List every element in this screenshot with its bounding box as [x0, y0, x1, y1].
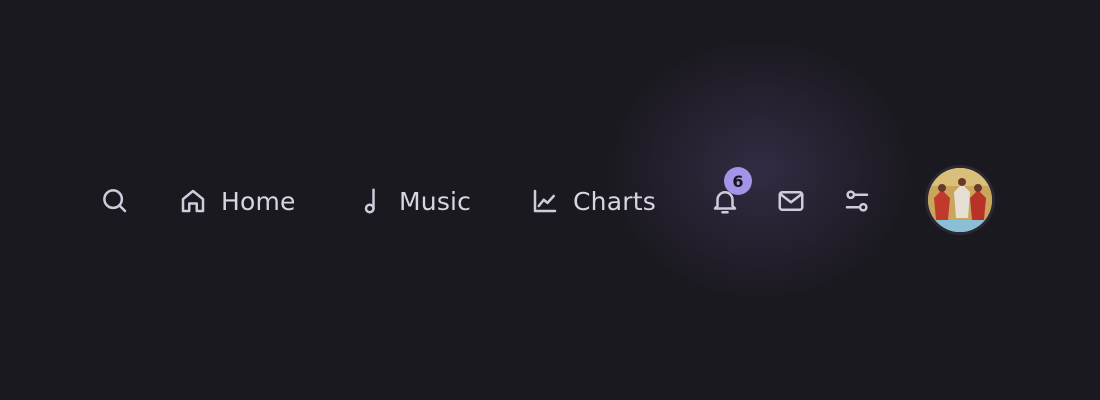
sliders-icon: [842, 186, 872, 216]
nav-item-charts-label: Charts: [573, 186, 656, 216]
user-avatar-button[interactable]: [925, 165, 995, 235]
top-navigation-bar: Home Music Charts 6: [0, 165, 1100, 235]
line-chart-icon: [530, 186, 560, 216]
search-icon: [100, 186, 130, 216]
nav-item-music[interactable]: Music: [356, 186, 471, 216]
home-icon: [178, 186, 208, 216]
app-background: Home Music Charts 6: [0, 0, 1100, 400]
notification-count-badge: 6: [724, 167, 752, 195]
music-note-icon: [356, 186, 386, 216]
settings-button[interactable]: [842, 186, 872, 216]
nav-item-home-label: Home: [221, 186, 296, 216]
search-button[interactable]: [100, 186, 130, 216]
nav-item-home[interactable]: Home: [178, 186, 296, 216]
nav-item-charts[interactable]: Charts: [530, 186, 656, 216]
nav-item-music-label: Music: [399, 186, 472, 216]
messages-button[interactable]: [776, 186, 806, 216]
user-avatar: [928, 168, 992, 232]
mail-icon: [776, 186, 806, 216]
